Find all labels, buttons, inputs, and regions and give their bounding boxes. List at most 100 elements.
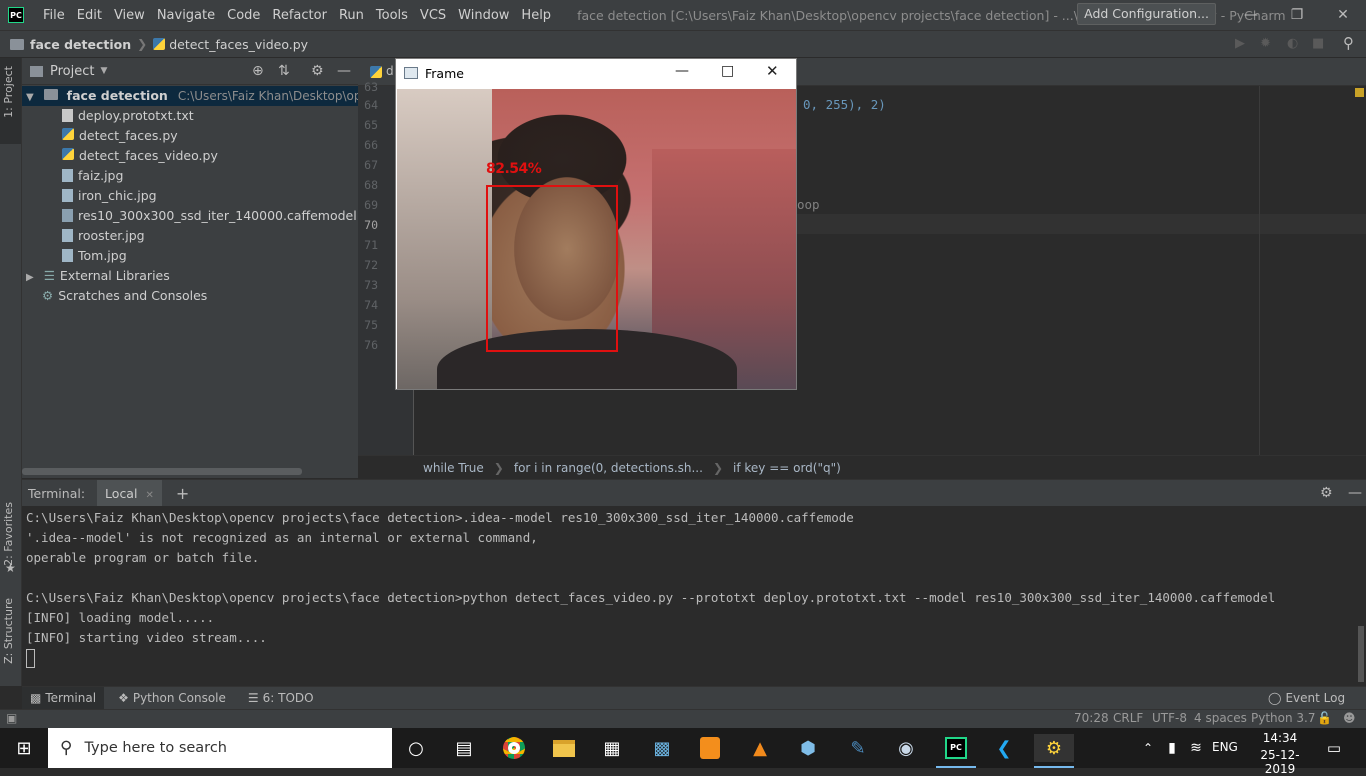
task-view-icon[interactable]: ▤ xyxy=(450,734,478,762)
nav-file[interactable]: detect_faces_video.py xyxy=(169,37,308,52)
wifi-icon[interactable]: ≋ xyxy=(1182,734,1210,762)
expand-arrow-icon[interactable]: ▼ xyxy=(26,92,34,103)
menu-vcs[interactable]: VCS xyxy=(414,8,452,23)
windows-start-icon[interactable]: ⊞ xyxy=(10,734,38,762)
line-number: 72 xyxy=(364,258,378,272)
project-tool-tab[interactable]: 1: Project xyxy=(2,66,15,118)
chrome-icon[interactable] xyxy=(500,734,528,762)
chevron-down-icon[interactable]: ▼ xyxy=(100,66,107,76)
clock-date[interactable]: 25-12-2019 xyxy=(1246,748,1314,776)
pycharm-taskbar-icon[interactable]: PC xyxy=(942,734,970,762)
menu-refactor[interactable]: Refactor xyxy=(266,8,333,23)
hide-panel-icon[interactable]: — xyxy=(1348,485,1362,501)
close-icon[interactable]: ✕ xyxy=(145,490,153,501)
menu-navigate[interactable]: Navigate xyxy=(151,8,221,23)
breadcrumb-item[interactable]: for i in range(0, detections.sh... xyxy=(514,461,703,475)
add-configuration-button[interactable]: Add Configuration... xyxy=(1077,3,1216,25)
inspector-icon[interactable]: ☻ xyxy=(1343,711,1356,725)
file-item[interactable]: res10_300x300_ssd_iter_140000.caffemodel xyxy=(62,206,357,226)
clock-time[interactable]: 14:34 xyxy=(1250,731,1310,745)
scratches-item[interactable]: ⚙ Scratches and Consoles xyxy=(42,286,207,306)
vlc-icon[interactable]: ▲ xyxy=(746,734,774,762)
vscode-icon[interactable]: ❮ xyxy=(990,734,1018,762)
external-libraries-item[interactable]: ▶ ☰ External Libraries xyxy=(26,266,170,286)
menu-run[interactable]: Run xyxy=(333,8,370,23)
menu-window[interactable]: Window xyxy=(452,8,515,23)
project-panel-header: Project ▼ ⊕ ⇅ ⚙ — xyxy=(22,58,358,85)
warning-marker-icon[interactable] xyxy=(1355,88,1364,97)
todo-tool-tab[interactable]: ☰ 6: TODO xyxy=(248,691,314,705)
taskbar-search-box[interactable]: ⚲ Type here to search xyxy=(48,728,392,768)
gear-icon[interactable]: ⚙ xyxy=(1320,485,1333,501)
menu-code[interactable]: Code xyxy=(221,8,266,23)
lock-icon[interactable]: 🔓 xyxy=(1317,711,1332,725)
file-name: deploy.prototxt.txt xyxy=(78,108,194,123)
terminal-scrollbar[interactable] xyxy=(1358,626,1364,682)
collapse-all-icon[interactable]: ⇅ xyxy=(278,63,290,79)
notification-icon[interactable]: ▭ xyxy=(1320,734,1348,762)
locate-icon[interactable]: ⊕ xyxy=(252,63,264,79)
store-icon[interactable]: ▦ xyxy=(598,734,626,762)
terminal-tab-local[interactable]: Local ✕ xyxy=(97,479,162,507)
laptop-app-icon[interactable]: ▩ xyxy=(648,734,676,762)
editor-tab[interactable]: d xyxy=(386,64,394,78)
line-number: 63 xyxy=(364,80,378,94)
caret-position[interactable]: 70:28 xyxy=(1074,711,1109,725)
virtualbox-icon[interactable]: ⬢ xyxy=(794,734,822,762)
python-idle-icon[interactable]: ✎ xyxy=(844,734,872,762)
terminal-output[interactable]: C:\Users\Faiz Khan\Desktop\opencv projec… xyxy=(22,506,1366,686)
breadcrumb-item[interactable]: while True xyxy=(423,461,484,475)
file-encoding[interactable]: UTF-8 xyxy=(1152,711,1187,725)
minimize-icon[interactable]: — xyxy=(1228,0,1274,30)
menu-tools[interactable]: Tools xyxy=(370,8,414,23)
menu-file[interactable]: File xyxy=(37,8,71,23)
file-item[interactable]: detect_faces.py xyxy=(62,126,178,146)
coverage-icon[interactable]: ◐ xyxy=(1287,36,1298,51)
maximize-icon[interactable]: □ xyxy=(721,63,734,79)
file-item[interactable]: detect_faces_video.py xyxy=(62,146,218,166)
indent-setting[interactable]: 4 spaces xyxy=(1194,711,1247,725)
file-explorer-icon[interactable] xyxy=(550,734,578,762)
expand-arrow-icon[interactable]: ▶ xyxy=(26,272,34,283)
minimize-icon[interactable]: — xyxy=(675,63,689,79)
gear-icon[interactable]: ⚙ xyxy=(311,63,324,79)
debug-icon[interactable]: ✹ xyxy=(1260,36,1271,51)
frame-title-bar[interactable]: Frame — □ ✕ xyxy=(396,59,796,87)
python-interpreter[interactable]: Python 3.7 xyxy=(1251,711,1316,725)
language-indicator[interactable]: ENG xyxy=(1212,740,1238,754)
tree-root-row[interactable]: ▼ face detection C:\Users\Faiz Khan\Desk… xyxy=(22,86,414,106)
close-icon[interactable]: ✕ xyxy=(766,62,779,80)
steam-icon[interactable]: ◉ xyxy=(892,734,920,762)
horizontal-scrollbar[interactable] xyxy=(22,468,302,475)
structure-tool-tab[interactable]: Z: Structure xyxy=(2,598,15,664)
hide-panel-icon[interactable]: — xyxy=(337,63,351,79)
terminal-tool-tab[interactable]: ▩ Terminal xyxy=(22,687,105,709)
restore-icon[interactable]: ❐ xyxy=(1274,0,1320,30)
tool-windows-toggle-icon[interactable]: ▣ xyxy=(6,711,17,725)
line-separator[interactable]: CRLF xyxy=(1113,711,1143,725)
file-item[interactable]: iron_chic.jpg xyxy=(62,186,157,206)
menu-view[interactable]: View xyxy=(108,8,151,23)
favorites-tool-tab[interactable]: 2: Favorites xyxy=(2,502,15,566)
cortana-icon[interactable]: ○ xyxy=(402,734,430,762)
file-item[interactable]: rooster.jpg xyxy=(62,226,145,246)
nav-project[interactable]: face detection xyxy=(30,37,131,52)
project-panel-title[interactable]: Project xyxy=(50,64,94,79)
window-icon xyxy=(404,67,418,79)
sublime-text-icon[interactable] xyxy=(696,734,724,762)
file-item[interactable]: faiz.jpg xyxy=(62,166,123,186)
file-item[interactable]: deploy.prototxt.txt xyxy=(62,106,194,126)
add-terminal-icon[interactable]: + xyxy=(176,484,189,503)
terminal-line: [INFO] loading model..... xyxy=(26,610,215,625)
python-window-icon[interactable]: ⚙ xyxy=(1034,734,1074,762)
python-console-tool-tab[interactable]: ❖ Python Console xyxy=(118,691,226,705)
stop-icon[interactable]: ■ xyxy=(1312,36,1324,51)
close-icon[interactable]: ✕ xyxy=(1320,0,1366,30)
run-icon[interactable]: ▶ xyxy=(1235,36,1245,51)
event-log-tool-tab[interactable]: ◯ Event Log xyxy=(1268,691,1345,705)
menu-edit[interactable]: Edit xyxy=(71,8,108,23)
file-item[interactable]: Tom.jpg xyxy=(62,246,127,266)
breadcrumb-item[interactable]: if key == ord("q") xyxy=(733,461,841,475)
search-everywhere-icon[interactable]: ⚲ xyxy=(1343,34,1354,52)
menu-help[interactable]: Help xyxy=(515,8,557,23)
